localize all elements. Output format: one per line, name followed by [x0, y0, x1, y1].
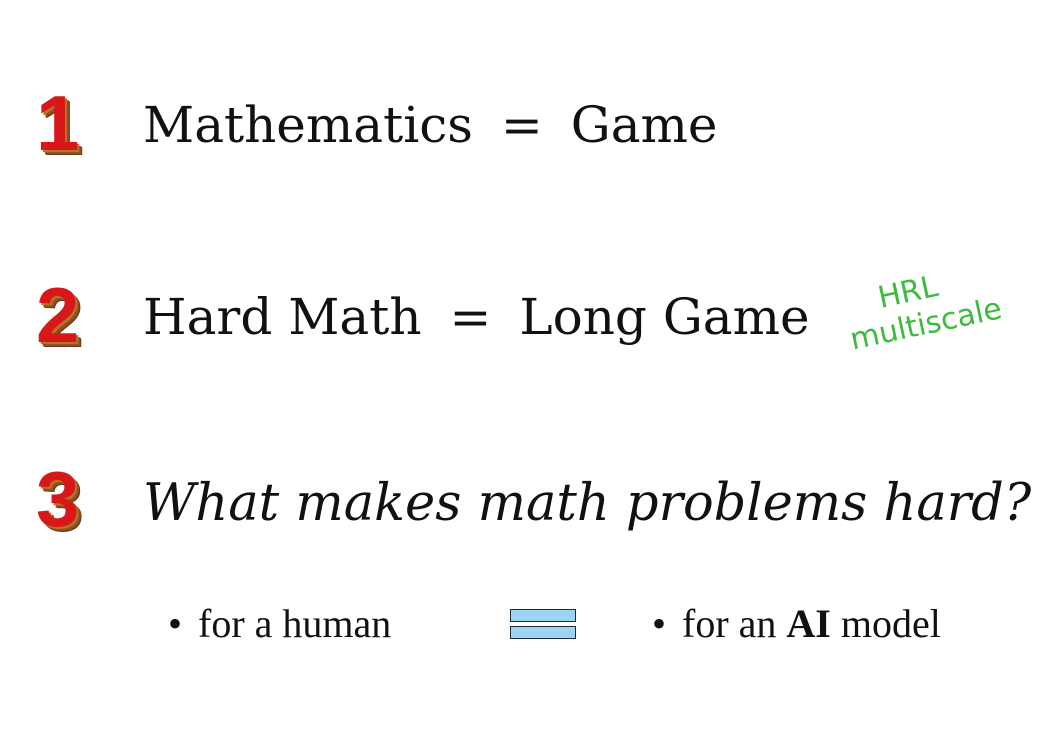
equation-1-operator: =	[500, 96, 543, 154]
equals-bar-bottom	[510, 626, 576, 639]
equation-2-operator: =	[449, 288, 492, 346]
equation-2: Hard Math = Long Game	[143, 292, 810, 342]
bullet-ai-suffix: model	[840, 601, 941, 646]
item-number-3: 3	[36, 455, 79, 543]
bullet-human-text: for a human	[198, 601, 392, 646]
bullet-human: • for a human	[168, 604, 391, 644]
bullet-ai-bold: AI	[786, 601, 831, 646]
equals-bar-top	[510, 609, 576, 622]
equation-1: Mathematics = Game	[143, 100, 718, 150]
equation-1-left: Mathematics	[143, 96, 473, 154]
equation-1-right: Game	[570, 96, 718, 154]
equation-2-left: Hard Math	[143, 288, 422, 346]
equals-sign-icon	[510, 607, 576, 641]
bullet-marker: •	[652, 601, 667, 646]
question-3: What makes math problems hard?	[143, 474, 1032, 533]
bullet-marker: •	[168, 601, 183, 646]
item-number-2: 2	[36, 271, 79, 359]
item-number-1: 1	[36, 79, 79, 167]
hrl-multiscale-annotation: HRL multiscale	[840, 258, 1005, 358]
equation-2-right: Long Game	[519, 288, 810, 346]
bullet-ai-prefix: for an	[682, 601, 777, 646]
bullet-ai-model: • for an AI model	[652, 604, 941, 644]
